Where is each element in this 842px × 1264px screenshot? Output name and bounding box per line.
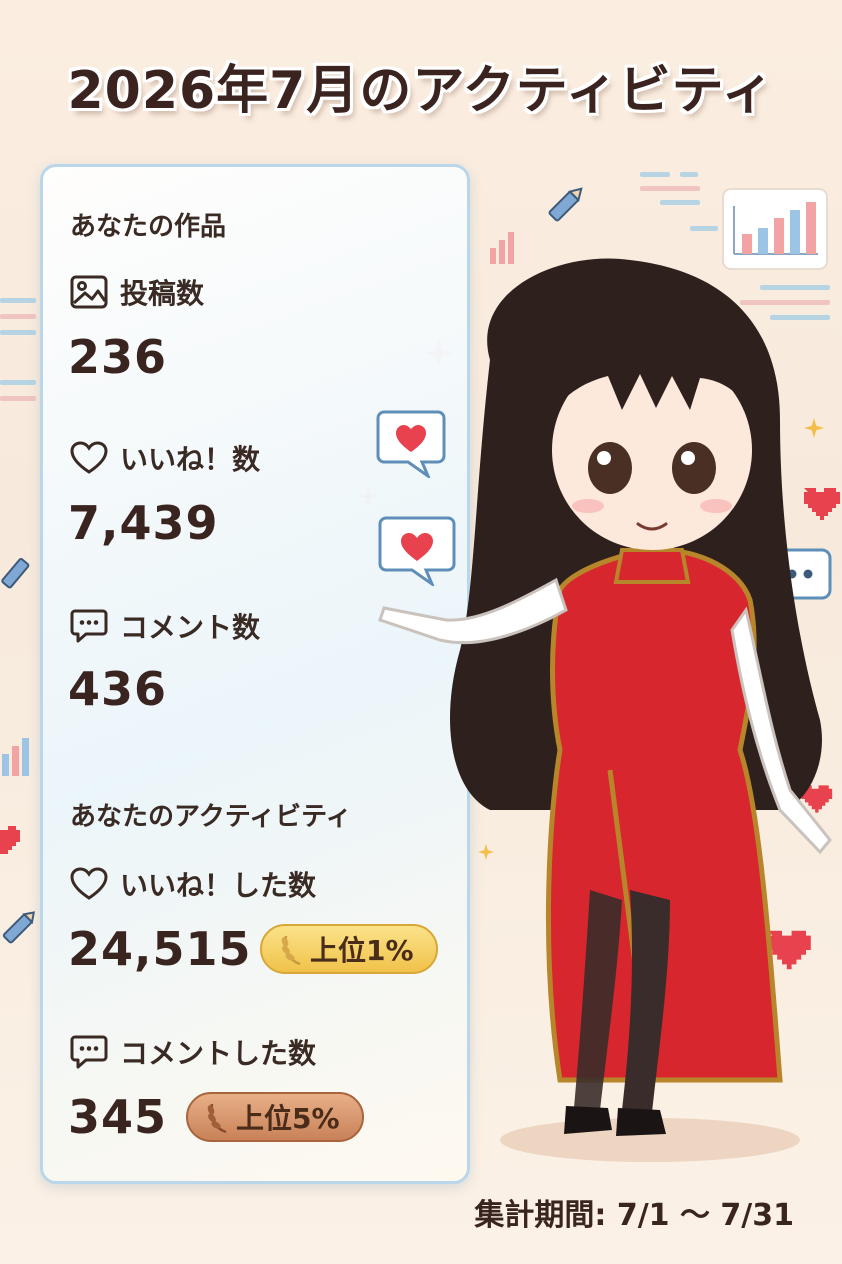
comments-value: 436 [68,662,168,716]
pixel-heart-icon [0,826,20,854]
works-heading: あなたの作品 [70,212,227,242]
pencil-icon [548,187,583,222]
comments-given-label-text: コメントした数 [120,1037,317,1070]
comments-label: コメント数 [70,606,260,646]
comments-given-label: コメントした数 [70,1032,316,1072]
heart-icon [70,441,108,474]
page-title: 2026年7月のアクティビティ [67,61,775,121]
deco-line [660,200,700,205]
pencil-icon [2,911,36,944]
deco-line [680,172,698,177]
small-bar-chart-icon [2,738,29,776]
comment-icon [70,1035,108,1069]
posts-label-text: 投稿数 [120,277,205,310]
likes-given-value: 24,515 [68,922,252,976]
posts-value: 236 [68,330,168,384]
pencil-icon [1,558,30,589]
top-rank-badge-bronze: 上位5% [186,1092,364,1142]
likes-value: 7,439 [68,496,219,550]
deco-line [0,380,36,385]
likes-given-label-text: いいね！した数 [120,869,317,902]
deco-line [640,172,670,177]
comments-label-text: コメント数 [120,611,261,644]
comment-icon [70,609,108,643]
activity-heading: あなたのアクティビティ [70,802,352,832]
top-rank-badge-bronze-text: 上位5% [236,1102,340,1135]
deco-line [0,314,36,319]
heart-icon [70,867,108,900]
deco-line [640,186,700,191]
likes-given-label: いいね！した数 [70,864,316,904]
likes-label-text: いいね！数 [120,443,261,476]
laurel-icon [207,1103,227,1134]
likes-label: いいね！数 [70,438,260,478]
image-icon [70,275,108,309]
deco-line [0,298,36,303]
period-label: 集計期間: 7/1 〜 7/31 [474,1198,794,1233]
deco-line [0,330,36,335]
posts-label: 投稿数 [70,272,204,312]
comments-given-value: 345 [68,1090,168,1144]
character-illustration [378,258,832,1162]
laurel-icon [281,935,301,966]
deco-line [0,396,36,401]
deco-line [690,226,718,231]
